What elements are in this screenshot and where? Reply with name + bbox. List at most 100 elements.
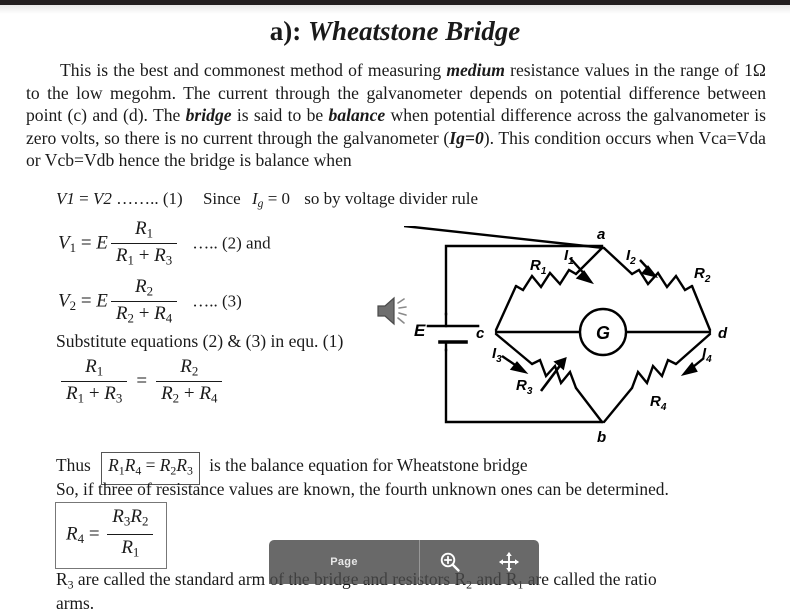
be-equals: = <box>141 455 160 475</box>
eq4-lden-plus: + <box>84 382 105 404</box>
fullscreen-expand-icon[interactable] <box>498 551 520 573</box>
eq3-den-r4-sub: 4 <box>165 310 173 326</box>
eq2-tag: ….. (2) and <box>192 233 271 253</box>
eq4-left-num: R1 <box>61 356 127 381</box>
eq4-rnum-sub: 2 <box>191 363 199 379</box>
wheatstone-bridge-circuit-diagram: E G a b c d R1 R2 R3 R4 I1 I2 I3 I4 <box>404 226 786 448</box>
eq1-tag: …….. (1) <box>111 189 183 208</box>
eq4-rden-r4-sub: 4 <box>210 390 218 406</box>
eq4-rden-r4: R <box>199 382 211 404</box>
resistor-label-r3: R3 <box>516 377 533 397</box>
page-title-prefix: a): <box>269 16 308 46</box>
paragraph-text-3: is said to be <box>231 105 329 126</box>
eq3-emf: E <box>96 290 108 312</box>
resistor-label-r1: R1 <box>530 257 547 277</box>
eq2-den-plus: + <box>133 244 155 266</box>
eq2-v: V <box>58 232 70 254</box>
eq2-den-r1: R <box>115 244 128 266</box>
eq1-zero: = 0 <box>263 189 291 208</box>
known-values-line: So, if three of resistance values are kn… <box>56 479 669 499</box>
node-label-c: c <box>476 325 485 342</box>
paragraph-text-1: This is the best and commonest method of… <box>60 60 447 80</box>
r4-formula-wrapper: R4 = R3R2 R1 <box>55 502 168 570</box>
eq1-since: Since <box>202 189 241 208</box>
r4f-num-r2-sub: 2 <box>141 513 149 529</box>
eq3-tag: ….. (3) <box>192 291 242 311</box>
eq4-left-fraction: R1 R1 + R3 <box>61 356 128 407</box>
be-r4: R <box>124 455 136 475</box>
current-label-i1: I1 <box>564 247 574 267</box>
resistor-label-r2: R2 <box>694 265 711 285</box>
eq2-den-r3: R <box>154 244 166 266</box>
node-label-a: a <box>597 226 605 243</box>
r4f-fraction: R3R2 R1 <box>107 505 154 564</box>
equation-1: V1 = V2 …….. (1) Since Ig = 0 so by volt… <box>56 189 478 210</box>
be-r3-sub: 3 <box>186 463 193 478</box>
page-title-text: Wheatstone Bridge <box>307 16 521 46</box>
eq3-v: V <box>58 290 70 312</box>
substitute-instruction: Substitute equations (2) & (3) in equ. (… <box>56 331 344 351</box>
eq1-equals: = <box>74 189 93 208</box>
thus-label: Thus <box>56 455 91 475</box>
eq4-right-fraction: R2 R2 + R4 <box>156 356 223 406</box>
page-title: a): Wheatstone Bridge <box>0 16 790 47</box>
r4f-num-r3: R <box>112 506 124 527</box>
equation-4: R1 R1 + R3 = R2 R2 + R4 <box>58 356 225 407</box>
eq2-denominator: R1 + R3 <box>110 242 178 269</box>
eq3-equals: = <box>76 290 97 312</box>
top-gradient-strip <box>0 5 790 14</box>
eq2-den-r3-sub: 3 <box>165 252 173 268</box>
r4f-lhs: R <box>66 523 78 545</box>
node-label-d: d <box>718 325 728 342</box>
eq2-numerator: R1 <box>111 218 177 243</box>
eq3-den-r2: R <box>115 302 128 324</box>
eq4-right-num: R2 <box>156 356 222 381</box>
magnifier-plus-icon[interactable] <box>439 551 461 573</box>
eq4-rden-plus: + <box>179 382 200 404</box>
paragraph-emph-bridge: bridge <box>185 105 232 126</box>
eq4-rnum-r: R <box>180 356 192 377</box>
source-label-E: E <box>414 321 426 340</box>
eq4-left-den: R1 + R3 <box>61 380 128 407</box>
sal-r3: R <box>56 569 68 589</box>
r4f-denominator: R1 <box>107 533 154 564</box>
eq4-lnum-r: R <box>85 356 97 377</box>
eq1-v2: V <box>92 189 104 208</box>
eq2-num-r: R <box>135 218 147 239</box>
page-indicator-label: Page <box>330 556 358 568</box>
node-label-b: b <box>597 429 606 446</box>
galvanometer-label: G <box>596 323 610 343</box>
paragraph-emph-ig: Ig=0 <box>449 127 484 148</box>
eq3-denominator: R2 + R4 <box>110 300 178 327</box>
r4-formula-box: R4 = R3R2 R1 <box>55 502 168 570</box>
equation-2: V 1 = E R1 R1 + R3 ….. (2) and <box>58 218 271 269</box>
eq3-den-r4: R <box>154 302 166 324</box>
intro-paragraph: This is the best and commonest method of… <box>26 59 766 172</box>
eq3-den-plus: + <box>133 302 155 324</box>
eq1-v2-index: 2 <box>103 189 112 208</box>
eq3-num-sub: 2 <box>146 283 154 299</box>
r4f-numerator: R3R2 <box>107 505 153 534</box>
eq2-fraction: R1 R1 + R3 <box>110 218 178 269</box>
arms-line: arms. <box>56 593 95 613</box>
eq1-v1: V <box>56 189 67 208</box>
page-indicator[interactable]: Page <box>269 540 420 584</box>
eq4-lden-r1: R <box>66 382 78 404</box>
current-label-i3: I3 <box>492 345 502 365</box>
be-r3: R <box>176 455 187 475</box>
sal-text-3: are called the ratio <box>523 569 657 589</box>
current-label-i4: I4 <box>702 345 712 365</box>
eq4-lden-r3: R <box>104 382 116 404</box>
r4f-num-r2: R <box>130 506 142 527</box>
be-r1: R <box>108 455 119 475</box>
pdf-viewer-toolbar[interactable]: Page <box>269 540 539 584</box>
resistor-label-r4: R4 <box>650 393 667 413</box>
paragraph-emph-medium: medium <box>446 60 505 80</box>
eq3-fraction: R2 R2 + R4 <box>110 276 178 327</box>
r4f-den-r1-sub: 1 <box>132 544 140 560</box>
r4f-equals: = <box>84 523 105 545</box>
eq2-num-sub: 1 <box>146 225 154 241</box>
slide-page: a): Wheatstone Bridge This is the best a… <box>0 14 790 613</box>
current-label-i2: I2 <box>626 247 636 267</box>
eq2-equals: = <box>76 232 97 254</box>
